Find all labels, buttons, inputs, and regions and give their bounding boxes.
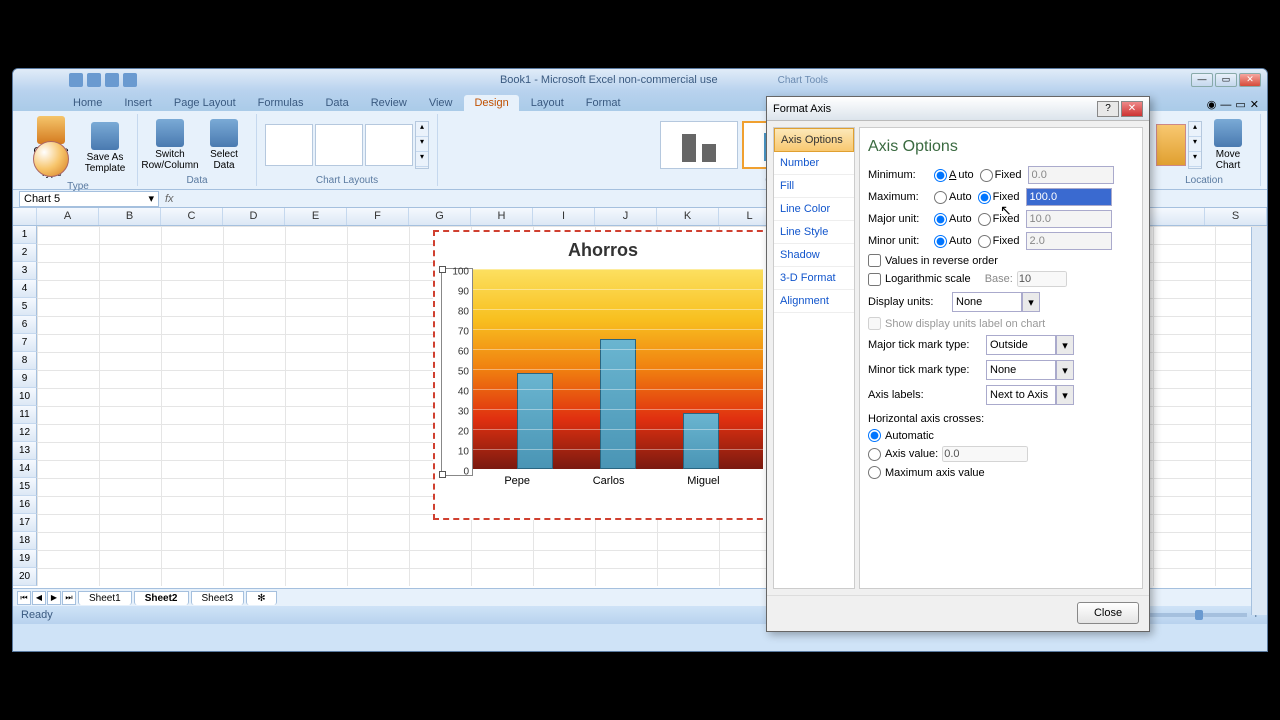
major-tick-select[interactable]: ▾	[986, 335, 1074, 355]
maximize-button[interactable]: ▭	[1215, 73, 1237, 87]
switch-row-col-button[interactable]: Switch Row/Column	[146, 117, 194, 173]
max-fixed-radio[interactable]: Fixed	[978, 191, 1020, 204]
minimize-button[interactable]: —	[1191, 73, 1213, 87]
move-chart-button[interactable]: Move Chart	[1204, 117, 1252, 173]
nav-axis-options[interactable]: Axis Options	[774, 128, 854, 152]
major-label: Major unit:	[868, 213, 928, 225]
sheet-tab-1[interactable]: Sheet1	[78, 591, 132, 605]
group-location: Location	[1185, 175, 1223, 186]
minor-tick-select[interactable]: ▾	[986, 360, 1074, 380]
select-data-button[interactable]: Select Data	[200, 117, 248, 173]
style-thumb[interactable]	[660, 121, 738, 169]
minor-value-input[interactable]	[1026, 232, 1112, 250]
tab-format[interactable]: Format	[576, 95, 631, 111]
x-axis-labels: PepeCarlosMiguel	[435, 469, 771, 487]
tab-data[interactable]: Data	[315, 95, 358, 111]
major-tick-label: Major tick mark type:	[868, 339, 980, 351]
dialog-heading: Axis Options	[868, 138, 1134, 156]
cross-auto-radio[interactable]: Automatic	[868, 429, 1134, 442]
close-button[interactable]: ✕	[1239, 73, 1261, 87]
min-auto-radio[interactable]: AAutouto	[934, 169, 974, 182]
tab-pagelayout[interactable]: Page Layout	[164, 95, 246, 111]
nav-line-color[interactable]: Line Color	[774, 198, 854, 221]
style-nav[interactable]: ▴▾▾	[1188, 121, 1202, 169]
doc-restore[interactable]: ▭	[1235, 98, 1245, 111]
sheet-tab-3[interactable]: Sheet3	[191, 591, 245, 605]
layout-nav[interactable]: ▴▾▾	[415, 121, 429, 169]
fx-icon[interactable]: fx	[165, 193, 174, 205]
title-bar: Book1 - Microsoft Excel non-commercial u…	[13, 69, 1267, 91]
minor-label: Minor unit:	[868, 235, 928, 247]
tab-view[interactable]: View	[419, 95, 463, 111]
tab-insert[interactable]: Insert	[114, 95, 162, 111]
nav-fill[interactable]: Fill	[774, 175, 854, 198]
axis-labels-select[interactable]: ▾	[986, 385, 1074, 405]
group-data: Data	[186, 175, 207, 186]
sheet-tab-2[interactable]: Sheet2	[134, 591, 189, 605]
plot-area[interactable]	[473, 269, 763, 469]
chart-layouts-gallery[interactable]: ▴▾▾	[265, 114, 429, 175]
major-fixed-radio[interactable]: Fixed	[978, 213, 1020, 226]
dialog-close-button[interactable]: ✕	[1121, 101, 1143, 117]
dialog-title: Format Axis	[773, 103, 831, 115]
dialog-help-button[interactable]: ?	[1097, 101, 1119, 117]
max-auto-radio[interactable]: Auto	[934, 191, 972, 204]
embedded-chart[interactable]: Ahorros 0102030405060708090100 PepeCarlo…	[433, 230, 773, 520]
nav-line-style[interactable]: Line Style	[774, 221, 854, 244]
save-template-button[interactable]: Save As Template	[81, 120, 129, 176]
doc-minimize[interactable]: —	[1220, 99, 1231, 111]
axis-labels-label: Axis labels:	[868, 389, 980, 401]
display-units-label: Display units:	[868, 296, 946, 308]
minor-auto-radio[interactable]: Auto	[934, 235, 972, 248]
tab-nav[interactable]: ⏮◀▶⏭	[17, 591, 76, 605]
min-fixed-radio[interactable]: Fixed	[980, 169, 1022, 182]
group-layouts: Chart Layouts	[316, 175, 378, 186]
vertical-scrollbar[interactable]	[1251, 227, 1267, 615]
dialog-nav: Axis Options Number Fill Line Color Line…	[773, 127, 855, 589]
chart-title[interactable]: Ahorros	[435, 232, 771, 269]
doc-close[interactable]: ✕	[1250, 98, 1259, 111]
major-auto-radio[interactable]: Auto	[934, 213, 972, 226]
reverse-order-checkbox[interactable]: Values in reverse order	[868, 254, 1134, 267]
nav-3d-format[interactable]: 3-D Format	[774, 267, 854, 290]
layout-thumb[interactable]	[265, 124, 313, 166]
nav-alignment[interactable]: Alignment	[774, 290, 854, 313]
zoom-slider[interactable]	[1147, 613, 1247, 617]
layout-thumb[interactable]	[365, 124, 413, 166]
status-ready: Ready	[21, 609, 53, 621]
max-value-input[interactable]	[1026, 188, 1112, 206]
tab-review[interactable]: Review	[361, 95, 417, 111]
cross-max-radio[interactable]: Maximum axis value	[868, 466, 1134, 479]
name-box[interactable]: Chart 5▾	[19, 191, 159, 207]
show-units-checkbox: Show display units label on chart	[868, 317, 1134, 330]
tab-design[interactable]: Design	[464, 95, 518, 111]
tab-layout[interactable]: Layout	[521, 95, 574, 111]
layout-thumb[interactable]	[315, 124, 363, 166]
new-sheet-tab[interactable]: ✻	[246, 591, 276, 605]
minor-fixed-radio[interactable]: Fixed	[978, 235, 1020, 248]
window-title: Book1 - Microsoft Excel non-commercial u…	[137, 74, 1191, 86]
tab-formulas[interactable]: Formulas	[248, 95, 314, 111]
hcross-label: Horizontal axis crosses:	[868, 413, 1134, 425]
quick-access[interactable]	[69, 73, 137, 87]
nav-shadow[interactable]: Shadow	[774, 244, 854, 267]
cross-value-radio[interactable]: Axis value:	[868, 446, 1134, 462]
major-value-input[interactable]	[1026, 210, 1112, 228]
nav-number[interactable]: Number	[774, 152, 854, 175]
row-headers[interactable]: 1234567891011121314151617181920	[13, 226, 37, 586]
close-button[interactable]: Close	[1077, 602, 1139, 624]
log-scale-checkbox[interactable]: Logarithmic scale Base:	[868, 271, 1134, 287]
tab-home[interactable]: Home	[63, 95, 112, 111]
minor-tick-label: Minor tick mark type:	[868, 364, 980, 376]
format-axis-dialog: Format Axis ? ✕ Axis Options Number Fill…	[766, 96, 1150, 632]
display-units-select[interactable]: ▾	[952, 292, 1040, 312]
min-label: Minimum:	[868, 169, 928, 181]
office-button[interactable]	[33, 141, 69, 177]
dialog-content: Axis Options Minimum: AAutouto Fixed Max…	[859, 127, 1143, 589]
max-label: Maximum:	[868, 191, 928, 203]
dialog-title-bar[interactable]: Format Axis ? ✕	[767, 97, 1149, 121]
help-icon[interactable]: ◉	[1207, 98, 1217, 111]
min-value-input[interactable]	[1028, 166, 1114, 184]
y-axis-labels: 0102030405060708090100	[443, 272, 469, 472]
